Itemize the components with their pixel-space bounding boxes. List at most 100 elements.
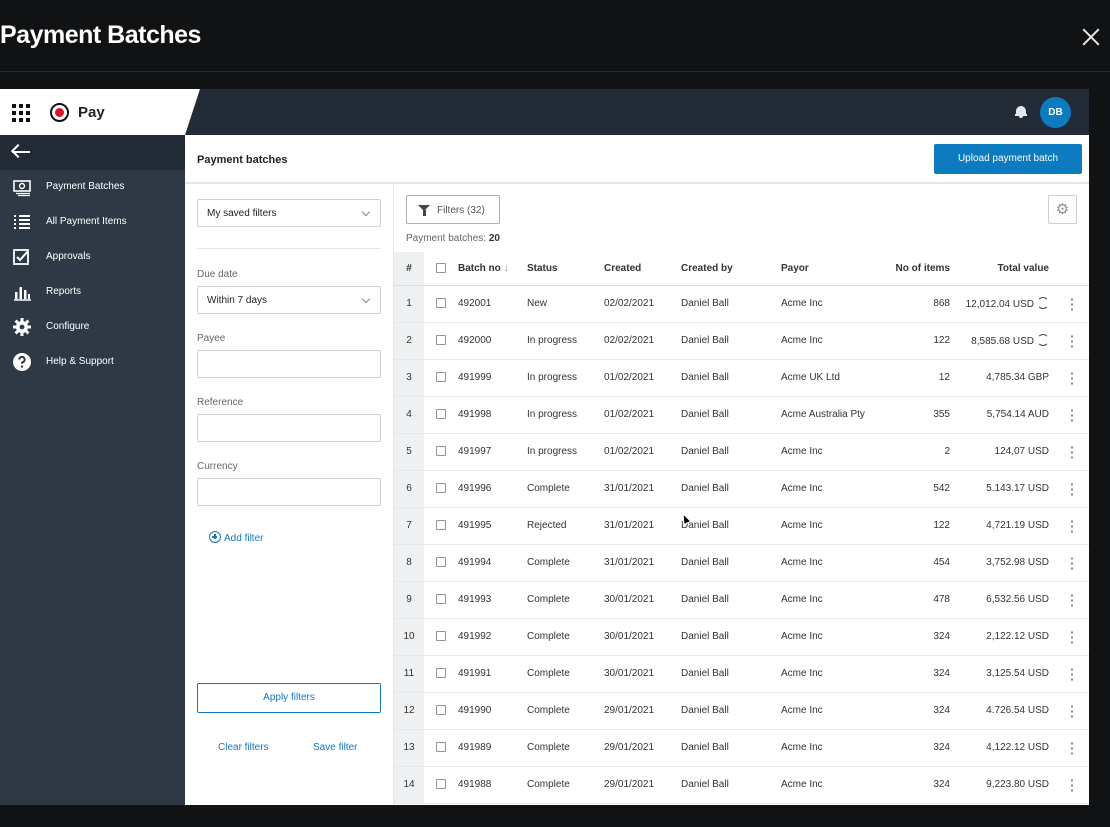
row-checkbox[interactable] bbox=[436, 594, 446, 605]
row-checkbox[interactable] bbox=[436, 483, 446, 494]
col-header-created-by[interactable]: Created by bbox=[681, 252, 781, 286]
row-checkbox[interactable] bbox=[436, 557, 446, 568]
col-header-no-of-items[interactable]: No of items bbox=[881, 252, 956, 286]
more-options-icon[interactable]: ⋮ bbox=[1055, 322, 1089, 360]
sidebar-item-payment-batches[interactable]: Payment Batches bbox=[0, 170, 185, 205]
apply-filters-button[interactable]: Apply filters bbox=[197, 683, 381, 713]
created-date: 01/02/2021 bbox=[604, 359, 681, 397]
sidebar-item-help-support[interactable]: Help & Support bbox=[0, 345, 185, 380]
created-by: Daniel Ball bbox=[681, 433, 781, 471]
batches-table-area: Filters (32) ⚙ Payment batches: 20 # Bat… bbox=[394, 184, 1089, 805]
table-row[interactable]: 7 491995 Rejected 31/01/2021 Daniel Ball Acme… bbox=[394, 507, 1089, 545]
payor: Acme Australia Pty bbox=[781, 396, 881, 434]
created-by: Daniel Ball bbox=[681, 581, 781, 619]
sort-down-icon: ↓ bbox=[503, 262, 509, 274]
more-options-icon[interactable]: ⋮ bbox=[1055, 655, 1089, 693]
due-date-select[interactable]: Within 7 days bbox=[197, 286, 381, 314]
col-header-total-value[interactable]: Total value bbox=[956, 252, 1055, 286]
sidebar-item-reports[interactable]: Reports bbox=[0, 275, 185, 310]
more-options-icon[interactable]: ⋮ bbox=[1055, 766, 1089, 804]
more-options-icon[interactable]: ⋮ bbox=[1055, 692, 1089, 730]
bar-chart-icon bbox=[14, 287, 31, 301]
table-row[interactable]: 5 491997 In progress 01/02/2021 Daniel Ball A… bbox=[394, 433, 1089, 471]
payee-input[interactable] bbox=[197, 350, 381, 378]
reference-input[interactable] bbox=[197, 414, 381, 442]
row-checkbox[interactable] bbox=[436, 298, 446, 309]
created-date: 29/01/2021 bbox=[604, 729, 681, 767]
row-select-cell bbox=[424, 396, 458, 434]
row-checkbox[interactable] bbox=[436, 372, 446, 383]
table-row[interactable]: 4 491998 In progress 01/02/2021 Daniel Ball A… bbox=[394, 396, 1089, 434]
row-checkbox[interactable] bbox=[436, 705, 446, 716]
table-row[interactable]: 8 491994 Complete 31/01/2021 Daniel Ball Acme… bbox=[394, 544, 1089, 582]
status: Complete bbox=[527, 544, 604, 582]
add-filter-link[interactable]: Add filter bbox=[209, 531, 263, 544]
created-date: 02/02/2021 bbox=[604, 322, 681, 360]
table-row[interactable]: 12 491990 Complete 29/01/2021 Daniel Ball Acm… bbox=[394, 692, 1089, 730]
sidebar-item-all-payment-items[interactable]: All Payment Items bbox=[0, 205, 185, 240]
close-icon[interactable] bbox=[1078, 24, 1104, 50]
row-checkbox[interactable] bbox=[436, 779, 446, 790]
col-header-batch-no[interactable]: Batch no ↓ bbox=[458, 252, 527, 286]
total-value: 5.143.17 USD bbox=[986, 483, 1049, 494]
table-row[interactable]: 2 492000 In progress 02/02/2021 Daniel Ball A… bbox=[394, 322, 1089, 360]
help-icon bbox=[13, 353, 31, 371]
batch-no: 492000 bbox=[458, 322, 527, 360]
more-options-icon[interactable]: ⋮ bbox=[1055, 470, 1089, 508]
table-row[interactable]: 10 491992 Complete 30/01/2021 Daniel Ball Acm… bbox=[394, 618, 1089, 656]
back-button[interactable] bbox=[0, 135, 185, 170]
more-options-icon[interactable]: ⋮ bbox=[1055, 618, 1089, 656]
table-row[interactable]: 6 491996 Complete 31/01/2021 Daniel Ball Acme… bbox=[394, 470, 1089, 508]
upload-payment-batch-button[interactable]: Upload payment batch bbox=[934, 144, 1082, 174]
created-date: 31/01/2021 bbox=[604, 544, 681, 582]
table-settings-button[interactable]: ⚙ bbox=[1048, 195, 1077, 224]
app-grid-icon[interactable] bbox=[12, 104, 30, 122]
more-options-icon[interactable]: ⋮ bbox=[1055, 359, 1089, 397]
row-checkbox[interactable] bbox=[436, 742, 446, 753]
col-header-payor[interactable]: Payor bbox=[781, 252, 881, 286]
currency-input[interactable] bbox=[197, 478, 381, 506]
clear-filters-link[interactable]: Clear filters bbox=[218, 742, 269, 753]
sync-icon[interactable] bbox=[1037, 334, 1049, 346]
avatar[interactable]: DB bbox=[1040, 97, 1071, 128]
more-options-icon[interactable]: ⋮ bbox=[1055, 544, 1089, 582]
more-options-icon[interactable]: ⋮ bbox=[1055, 433, 1089, 471]
filters-button[interactable]: Filters (32) bbox=[406, 195, 500, 224]
col-header-status[interactable]: Status bbox=[527, 252, 604, 286]
more-options-icon[interactable]: ⋮ bbox=[1055, 396, 1089, 434]
row-checkbox[interactable] bbox=[436, 668, 446, 679]
row-checkbox[interactable] bbox=[436, 520, 446, 531]
table-row[interactable]: 3 491999 In progress 01/02/2021 Daniel Ball A… bbox=[394, 359, 1089, 397]
batch-no: 491999 bbox=[458, 359, 527, 397]
row-index: 1 bbox=[394, 285, 424, 323]
table-row[interactable]: 11 491991 Complete 30/01/2021 Daniel Ball Acm… bbox=[394, 655, 1089, 693]
table-row[interactable]: 13 491989 Complete 29/01/2021 Daniel Ball Acm… bbox=[394, 729, 1089, 767]
row-checkbox[interactable] bbox=[436, 631, 446, 642]
sidebar-item-configure[interactable]: Configure bbox=[0, 310, 185, 345]
sidebar-item-approvals[interactable]: Approvals bbox=[0, 240, 185, 275]
created-by: Daniel Ball bbox=[681, 396, 781, 434]
sync-icon[interactable] bbox=[1037, 297, 1049, 309]
created-by: Daniel Ball bbox=[681, 470, 781, 508]
more-options-icon[interactable]: ⋮ bbox=[1055, 581, 1089, 619]
batch-no: 491996 bbox=[458, 470, 527, 508]
save-filter-link[interactable]: Save filter bbox=[313, 742, 357, 753]
bell-icon[interactable] bbox=[1015, 106, 1027, 118]
table-row[interactable]: 14 491988 Complete 29/01/2021 Daniel Ball Acm… bbox=[394, 766, 1089, 804]
row-select-cell bbox=[424, 507, 458, 545]
due-date-value: Within 7 days bbox=[207, 295, 268, 306]
col-header-created[interactable]: Created bbox=[604, 252, 681, 286]
row-select-cell bbox=[424, 618, 458, 656]
saved-filters-select[interactable]: My saved filters bbox=[197, 199, 381, 227]
more-options-icon[interactable]: ⋮ bbox=[1055, 507, 1089, 545]
select-all-checkbox[interactable] bbox=[436, 263, 446, 274]
row-checkbox[interactable] bbox=[436, 335, 446, 346]
table-row[interactable]: 9 491993 Complete 30/01/2021 Daniel Ball Acme… bbox=[394, 581, 1089, 619]
more-options-icon[interactable]: ⋮ bbox=[1055, 729, 1089, 767]
row-checkbox[interactable] bbox=[436, 446, 446, 457]
more-options-icon[interactable]: ⋮ bbox=[1055, 285, 1089, 323]
total-value-cell: 8,585.68 USD bbox=[956, 322, 1055, 360]
created-date: 29/01/2021 bbox=[604, 766, 681, 804]
row-checkbox[interactable] bbox=[436, 409, 446, 420]
table-row[interactable]: 1 492001 New 02/02/2021 Daniel Ball Acme Inc 8… bbox=[394, 285, 1089, 323]
